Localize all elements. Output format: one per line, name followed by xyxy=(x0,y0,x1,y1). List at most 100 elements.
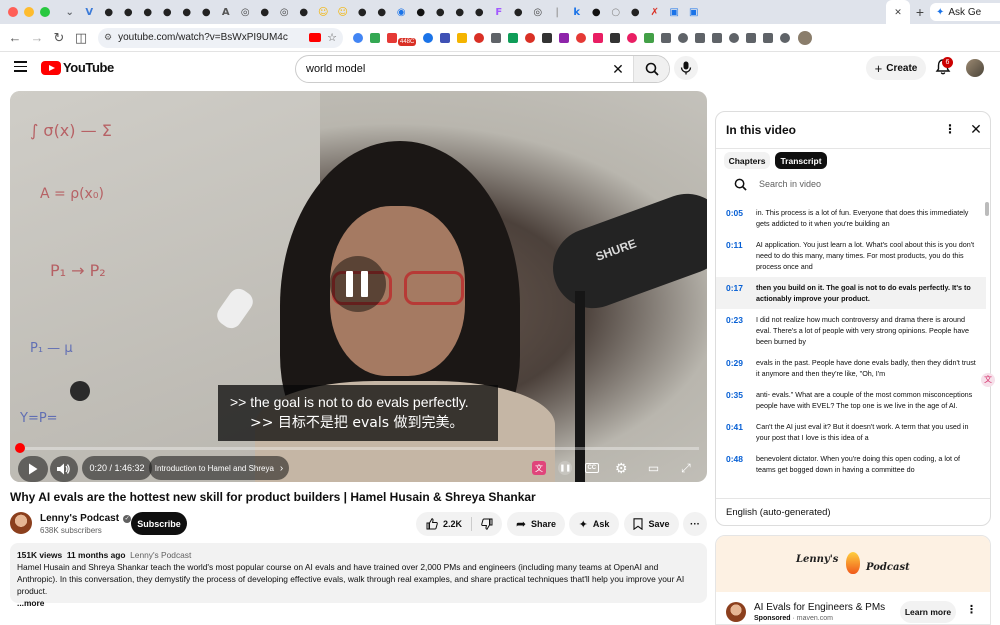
ad-banner[interactable]: Lenny's Podcast xyxy=(716,536,990,592)
browser-extension-icon[interactable] xyxy=(423,32,434,43)
browser-tab[interactable]: ● xyxy=(509,0,529,24)
segment-timestamp[interactable]: 0:35 xyxy=(726,389,756,411)
browser-extension-icon[interactable] xyxy=(353,32,363,43)
browser-tab[interactable]: F xyxy=(489,0,509,24)
browser-extension-icon[interactable] xyxy=(678,32,689,43)
browser-extension-icon[interactable] xyxy=(610,32,621,43)
bookmark-star-icon[interactable]: ☆ xyxy=(327,31,337,44)
browser-extension-icon[interactable] xyxy=(508,32,519,43)
sponsored-ad-card[interactable]: Lenny's Podcast AI Evals for Engineers &… xyxy=(715,535,991,625)
chapter-button[interactable]: Introduction to Hamel and Shreya › xyxy=(149,456,289,480)
settings-gear-icon[interactable]: ⚙ xyxy=(611,458,631,478)
transcript-segment[interactable]: 0:29 evals in the past. People have done … xyxy=(716,352,986,384)
browser-tab[interactable]: ● xyxy=(470,0,490,24)
volume-button[interactable] xyxy=(50,456,78,482)
browser-tab[interactable]: ● xyxy=(197,0,217,24)
browser-extension-icon[interactable] xyxy=(525,32,536,43)
browser-tab[interactable]: V xyxy=(80,0,100,24)
browser-tab[interactable]: ● xyxy=(255,0,275,24)
browser-tab[interactable]: ○ xyxy=(606,0,626,24)
browser-extension-icon[interactable] xyxy=(746,32,757,43)
translate-extension-icon[interactable]: 文 xyxy=(532,461,546,475)
ad-avatar[interactable] xyxy=(726,602,746,622)
dislike-button[interactable] xyxy=(472,518,502,530)
profile-avatar[interactable] xyxy=(798,30,813,45)
active-tab[interactable]: ✕ xyxy=(886,0,910,24)
browser-tab[interactable]: | xyxy=(548,0,568,24)
subscribe-button[interactable]: Subscribe xyxy=(131,512,187,535)
browser-extension-icon[interactable] xyxy=(457,32,468,43)
browser-tab[interactable]: ● xyxy=(138,0,158,24)
pause-overlay-icon[interactable] xyxy=(330,256,386,312)
browser-tab[interactable]: ◎ xyxy=(528,0,548,24)
pause-indicator-icon[interactable]: ❚❚ xyxy=(558,461,573,475)
description-box[interactable]: 151K views 11 months ago Lenny's Podcast… xyxy=(10,543,707,608)
video-player[interactable]: ∫ σ(x) — Σ A = ρ(x₀) P₁ → P₂ P₁ — μ Y=P=… xyxy=(10,91,707,482)
browser-tab[interactable]: ● xyxy=(353,0,373,24)
browser-extension-icon[interactable] xyxy=(474,32,485,43)
youtube-extension-icon[interactable] xyxy=(309,33,322,42)
browser-tab[interactable]: k xyxy=(567,0,587,24)
browser-extension-icon[interactable] xyxy=(559,32,570,43)
learn-more-button[interactable]: Learn more xyxy=(900,601,956,623)
transcript-segment[interactable]: 0:17 then you build on it. The goal is no… xyxy=(716,277,986,309)
transcript-search[interactable]: Search in video xyxy=(734,176,984,192)
minimize-window-button[interactable] xyxy=(24,7,34,17)
search-button[interactable] xyxy=(633,56,669,82)
browser-extension-icon[interactable] xyxy=(440,32,451,43)
transcript-segment[interactable]: 0:05 in. This process is a lot of fun. Ev… xyxy=(716,202,986,234)
browser-tab[interactable]: ● xyxy=(119,0,139,24)
browser-extension-icon[interactable] xyxy=(661,32,672,43)
search-input[interactable]: world model xyxy=(296,63,603,75)
ad-more-options-icon[interactable]: ⋮ xyxy=(966,603,977,616)
site-settings-icon[interactable]: ⚙ xyxy=(104,32,112,43)
url-text[interactable]: youtube.com/watch?v=BsWxPI9UM4c xyxy=(118,32,303,43)
browser-tab[interactable]: ☺ xyxy=(333,0,353,24)
channel-name[interactable]: Lenny's Podcast xyxy=(40,513,119,524)
browser-extension-icon[interactable] xyxy=(491,32,502,43)
create-button[interactable]: + Create xyxy=(866,56,926,80)
browser-extension-icon[interactable] xyxy=(763,32,774,43)
browser-tab[interactable]: ◉ xyxy=(392,0,412,24)
reload-icon[interactable]: ↻ xyxy=(48,30,70,46)
description-more-link[interactable]: ...more xyxy=(17,597,700,609)
browser-extension-icon[interactable] xyxy=(370,32,380,43)
voice-search-button[interactable] xyxy=(674,56,698,80)
transcript-segment[interactable]: 0:41 Can't the AI just eval it? But it do… xyxy=(716,416,986,448)
share-button[interactable]: ➦ Share xyxy=(507,512,565,536)
browser-extension-icon[interactable] xyxy=(712,32,723,43)
transcript-segment[interactable]: 0:48 benevolent dictator. When you're doi… xyxy=(716,448,986,480)
browser-extension-icon[interactable] xyxy=(627,32,638,43)
browser-tab[interactable]: ▣ xyxy=(684,0,704,24)
browser-tab[interactable]: ◎ xyxy=(236,0,256,24)
ask-button[interactable]: ✦ Ask xyxy=(569,512,619,536)
transcript-segment[interactable]: 0:35 anti- evals." What are a couple of t… xyxy=(716,384,986,416)
fullscreen-icon[interactable]: ⤢ xyxy=(676,458,696,478)
browser-tab[interactable]: ☺ xyxy=(314,0,334,24)
address-bar[interactable]: ⚙ youtube.com/watch?v=BsWxPI9UM4c ☆ xyxy=(98,27,343,48)
browser-tab[interactable]: ● xyxy=(626,0,646,24)
browser-extension-icon[interactable] xyxy=(695,32,706,43)
transcript-search-input[interactable]: Search in video xyxy=(759,179,821,189)
close-window-button[interactable] xyxy=(8,7,18,17)
browser-tab[interactable]: ● xyxy=(372,0,392,24)
floating-translate-extension-icon[interactable]: 文 xyxy=(981,373,995,387)
browser-tab[interactable]: ● xyxy=(177,0,197,24)
panel-close-icon[interactable]: ✕ xyxy=(968,121,984,137)
segment-timestamp[interactable]: 0:29 xyxy=(726,357,756,379)
browser-tab[interactable]: ● xyxy=(411,0,431,24)
segment-timestamp[interactable]: 0:11 xyxy=(726,239,756,272)
transcript-segment[interactable]: 0:11 AI application. You just learn a lot… xyxy=(716,234,986,277)
channel-tag[interactable]: Lenny's Podcast xyxy=(130,550,191,560)
closed-captions-icon[interactable]: CC xyxy=(584,463,599,473)
browser-extension-icon[interactable] xyxy=(387,32,397,43)
browser-tab[interactable]: A xyxy=(216,0,236,24)
save-button[interactable]: Save xyxy=(624,512,679,536)
ad-title[interactable]: AI Evals for Engineers & PMs xyxy=(754,602,885,613)
forward-icon[interactable]: → xyxy=(26,30,48,45)
play-button[interactable] xyxy=(18,456,48,482)
like-button[interactable]: 2.2K xyxy=(416,518,471,530)
browser-tab[interactable]: ● xyxy=(158,0,178,24)
browser-tab[interactable]: ● xyxy=(450,0,470,24)
transcript-segment[interactable]: 0:23 I did not realize how much controver… xyxy=(716,309,986,352)
